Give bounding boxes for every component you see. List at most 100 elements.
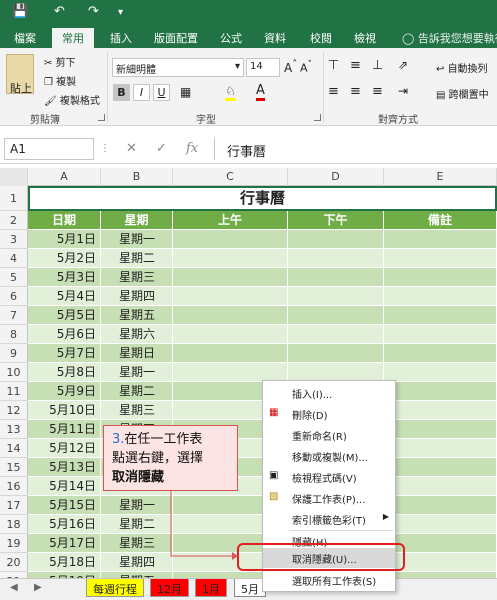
- row-header[interactable]: 16: [0, 477, 28, 496]
- date-cell[interactable]: 5月15日: [28, 496, 101, 515]
- menu-item-move-copy[interactable]: 移動或複製(M)...: [263, 446, 395, 466]
- empty-cell[interactable]: [384, 420, 497, 439]
- weekday-cell[interactable]: 星期二: [101, 515, 173, 534]
- undo-icon[interactable]: ↶: [54, 4, 65, 19]
- menu-item-insert[interactable]: 插入(I)...: [263, 383, 395, 403]
- row-header[interactable]: 18: [0, 515, 28, 534]
- date-cell[interactable]: 5月9日: [28, 382, 101, 401]
- header-cell[interactable]: 日期: [28, 211, 101, 230]
- cut-button[interactable]: ✂ 剪下: [44, 54, 76, 69]
- row-header[interactable]: 8: [0, 325, 28, 344]
- empty-cell[interactable]: [288, 230, 384, 249]
- prev-sheet-icon[interactable]: ◀: [10, 582, 18, 593]
- empty-cell[interactable]: [384, 439, 497, 458]
- orientation-icon[interactable]: ⇗: [398, 58, 408, 72]
- menu-item-protect[interactable]: ▧ 保護工作表(P)...: [263, 488, 395, 508]
- weekday-cell[interactable]: 星期一: [101, 363, 173, 382]
- font-size-dropdown[interactable]: 14: [246, 58, 280, 77]
- empty-cell[interactable]: [288, 268, 384, 287]
- menu-item-select-all[interactable]: 選取所有工作表(S): [263, 570, 395, 590]
- align-top-icon[interactable]: ⊤: [328, 58, 339, 73]
- empty-cell[interactable]: [384, 268, 497, 287]
- empty-cell[interactable]: [288, 344, 384, 363]
- date-cell[interactable]: 5月14日: [28, 477, 101, 496]
- date-cell[interactable]: 5月3日: [28, 268, 101, 287]
- insert-function-icon[interactable]: fx: [186, 141, 198, 156]
- empty-cell[interactable]: [288, 325, 384, 344]
- empty-cell[interactable]: [384, 230, 497, 249]
- select-all-corner[interactable]: [0, 168, 28, 186]
- font-launcher[interactable]: [314, 114, 321, 121]
- date-cell[interactable]: 5月7日: [28, 344, 101, 363]
- name-box[interactable]: A1: [4, 138, 94, 160]
- tell-me-box[interactable]: ◯ 告訴我您想要執行: [402, 30, 497, 46]
- empty-cell[interactable]: [173, 344, 288, 363]
- column-header-c[interactable]: C: [173, 168, 288, 186]
- date-cell[interactable]: 5月18日: [28, 553, 101, 572]
- column-header-a[interactable]: A: [28, 168, 101, 186]
- menu-item-tab-color[interactable]: 索引標籤色彩(T) ▶: [263, 509, 395, 529]
- row-header[interactable]: 12: [0, 401, 28, 420]
- format-painter-button[interactable]: 🖌 複製格式: [44, 92, 100, 107]
- row-header[interactable]: 6: [0, 287, 28, 306]
- sheet-tab-jan[interactable]: 1月: [195, 579, 227, 597]
- empty-cell[interactable]: [384, 477, 497, 496]
- date-cell[interactable]: 5月12日: [28, 439, 101, 458]
- row-header[interactable]: 9: [0, 344, 28, 363]
- header-cell[interactable]: 星期: [101, 211, 173, 230]
- wrap-text-button[interactable]: ↩ 自動換列: [436, 60, 488, 75]
- empty-cell[interactable]: [384, 382, 497, 401]
- weekday-cell[interactable]: 星期二: [101, 249, 173, 268]
- weekday-cell[interactable]: 星期五: [101, 306, 173, 325]
- row-header[interactable]: 14: [0, 439, 28, 458]
- empty-cell[interactable]: [384, 458, 497, 477]
- menu-item-rename[interactable]: 重新命名(R): [263, 425, 395, 445]
- save-icon[interactable]: 💾: [12, 4, 28, 19]
- weekday-cell[interactable]: 星期四: [101, 553, 173, 572]
- row-header[interactable]: 15: [0, 458, 28, 477]
- weekday-cell[interactable]: 星期四: [101, 287, 173, 306]
- empty-cell[interactable]: [384, 515, 497, 534]
- increase-font-icon[interactable]: A˄: [284, 59, 297, 75]
- row-header[interactable]: 5: [0, 268, 28, 287]
- clipboard-launcher[interactable]: [98, 114, 105, 121]
- header-cell[interactable]: 下午: [288, 211, 384, 230]
- font-name-dropdown[interactable]: 新細明體 ▾: [112, 58, 244, 77]
- empty-cell[interactable]: [173, 230, 288, 249]
- empty-cell[interactable]: [384, 344, 497, 363]
- paste-button[interactable]: 貼上: [10, 80, 32, 96]
- tab-view[interactable]: 檢視: [354, 30, 376, 46]
- menu-item-view-code[interactable]: ▣ 檢視程式碼(V): [263, 467, 395, 487]
- tab-insert[interactable]: 插入: [110, 30, 132, 46]
- column-header-b[interactable]: B: [101, 168, 173, 186]
- tab-formulas[interactable]: 公式: [220, 30, 242, 46]
- formula-input[interactable]: 行事曆: [214, 138, 494, 160]
- customize-icon[interactable]: ▾: [118, 7, 123, 18]
- row-header[interactable]: 19: [0, 534, 28, 553]
- empty-cell[interactable]: [384, 401, 497, 420]
- empty-cell[interactable]: [173, 325, 288, 344]
- align-left-icon[interactable]: ≡: [328, 84, 339, 99]
- cancel-icon[interactable]: ✕: [126, 141, 137, 156]
- row-header[interactable]: 20: [0, 553, 28, 572]
- align-center-icon[interactable]: ≡: [350, 84, 361, 99]
- font-color-icon[interactable]: A: [256, 83, 265, 101]
- redo-icon[interactable]: ↷: [88, 4, 99, 19]
- weekday-cell[interactable]: 星期六: [101, 325, 173, 344]
- merge-center-button[interactable]: ▤ 跨欄置中: [436, 86, 489, 101]
- empty-cell[interactable]: [173, 249, 288, 268]
- tab-page-layout[interactable]: 版面配置: [154, 30, 198, 46]
- column-header-e[interactable]: E: [384, 168, 497, 186]
- next-sheet-icon[interactable]: ▶: [34, 582, 42, 593]
- header-cell[interactable]: 備註: [384, 211, 497, 230]
- row-header[interactable]: 3: [0, 230, 28, 249]
- date-cell[interactable]: 5月11日: [28, 420, 101, 439]
- align-right-icon[interactable]: ≡: [372, 84, 383, 99]
- empty-cell[interactable]: [384, 306, 497, 325]
- empty-cell[interactable]: [384, 496, 497, 515]
- copy-button[interactable]: ❐ 複製: [44, 73, 76, 88]
- row-header[interactable]: 1: [0, 186, 28, 211]
- sheet-tab-dec[interactable]: 12月: [150, 579, 189, 597]
- date-cell[interactable]: 5月8日: [28, 363, 101, 382]
- date-cell[interactable]: 5月16日: [28, 515, 101, 534]
